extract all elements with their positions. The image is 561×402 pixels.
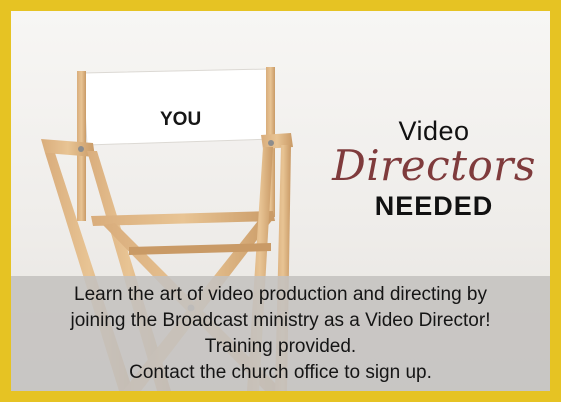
info-line: Learn the art of video production and di… — [74, 283, 487, 305]
headline-needed: NEEDED — [374, 191, 494, 221]
info-panel: Learn the art of video production and di… — [11, 276, 550, 391]
info-line: joining the Broadcast ministry as a Vide… — [70, 309, 491, 331]
info-line: Training provided. — [204, 335, 357, 357]
headline-directors: Directors — [332, 141, 536, 190]
headline: Video Directors NEEDED — [320, 118, 548, 220]
info-line: Contact the church office to sign up. — [129, 361, 432, 383]
chair-back-label: YOU — [160, 109, 202, 130]
